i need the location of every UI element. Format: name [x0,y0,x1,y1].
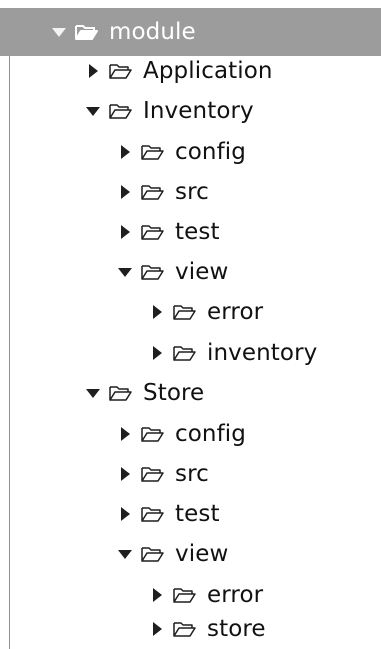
tree-item-label: src [175,179,209,205]
tree-item-application[interactable]: Application [0,51,381,91]
tree-item-store[interactable]: Store [0,373,381,413]
collapse-toggle-icon[interactable] [84,102,102,120]
tree-item-inventory-view[interactable]: inventory [0,333,381,373]
tree-item-label: src [175,461,209,487]
tree-item-label: config [175,139,246,165]
expand-toggle-icon[interactable] [84,62,102,80]
folder-open-icon [173,302,199,322]
folder-open-icon [173,343,199,363]
expand-toggle-icon[interactable] [116,505,134,523]
tree-item-label: test [175,501,220,527]
tree-item-label: error [207,582,264,608]
tree-item-module[interactable]: module [0,8,381,56]
tree-item-config[interactable]: config [0,414,381,454]
expand-toggle-icon[interactable] [148,303,166,321]
tree-item-src[interactable]: src [0,454,381,494]
expand-toggle-icon[interactable] [116,465,134,483]
tree-item-test[interactable]: test [0,494,381,534]
tree-item-store-view[interactable]: store [0,609,381,649]
collapse-toggle-icon[interactable] [116,263,134,281]
expand-toggle-icon[interactable] [148,344,166,362]
expand-toggle-icon[interactable] [116,425,134,443]
folder-open-icon [173,585,199,605]
expand-toggle-icon[interactable] [148,586,166,604]
tree-item-label: module [109,19,196,45]
folder-open-icon [141,424,167,444]
tree-item-label: test [175,219,220,245]
expand-toggle-icon[interactable] [148,620,166,638]
folder-open-icon [109,383,135,403]
tree-item-label: error [207,299,264,325]
tree-item-config[interactable]: config [0,132,381,172]
tree-item-label: view [175,541,229,567]
collapse-toggle-icon[interactable] [84,384,102,402]
tree-item-src[interactable]: src [0,172,381,212]
folder-open-icon [141,182,167,202]
project-tree: module Application Inventory config src … [0,0,381,649]
folder-open-icon [109,61,135,81]
folder-open-icon [141,544,167,564]
tree-item-label: Store [143,380,205,406]
tree-item-inventory[interactable]: Inventory [0,91,381,131]
expand-toggle-icon[interactable] [50,23,68,41]
tree-item-label: store [207,616,266,642]
tree-item-test[interactable]: test [0,212,381,252]
tree-item-view[interactable]: view [0,534,381,574]
folder-open-icon [109,101,135,121]
tree-item-label: config [175,421,246,447]
folder-open-icon [75,22,101,42]
tree-item-label: view [175,259,229,285]
tree-item-view[interactable]: view [0,252,381,292]
expand-toggle-icon[interactable] [116,143,134,161]
folder-open-icon [141,142,167,162]
folder-open-icon [173,619,199,639]
collapse-toggle-icon[interactable] [116,545,134,563]
tree-item-label: inventory [207,340,318,366]
folder-open-icon [141,262,167,282]
folder-open-icon [141,504,167,524]
tree-item-label: Inventory [143,98,254,124]
tree-item-label: Application [143,58,273,84]
expand-toggle-icon[interactable] [116,183,134,201]
expand-toggle-icon[interactable] [116,223,134,241]
folder-open-icon [141,464,167,484]
folder-open-icon [141,222,167,242]
tree-item-error[interactable]: error [0,292,381,332]
